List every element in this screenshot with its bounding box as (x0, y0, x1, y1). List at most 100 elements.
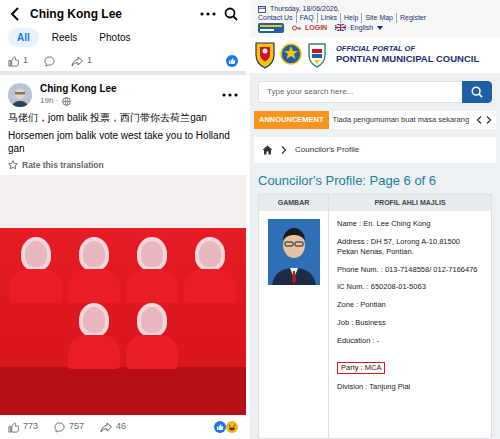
share-icon (100, 422, 112, 433)
facebook-pane: Ching Kong LeeAllReelsPhotos11Ching Kong… (0, 0, 246, 439)
portal-pane: Thursday, 18/06/2026,Contact UsFAQLinksH… (250, 0, 500, 439)
search-group (258, 81, 492, 103)
field-row: Name : En. Lee Ching Kong (337, 219, 483, 229)
profile-field: Phone Num. : 013-7148558/ 012-7166476 (337, 265, 483, 275)
photo-figure (123, 237, 181, 303)
federal-crest-icon (280, 41, 302, 69)
top-link[interactable]: FAQ (296, 13, 317, 22)
key-icon (292, 24, 301, 32)
login-link[interactable]: LOGIN (292, 23, 327, 32)
search-icon[interactable] (224, 7, 238, 21)
field-row: Division : Tanjung Piai (337, 382, 483, 392)
share-count: 46 (116, 420, 126, 434)
portal-header: OFFICIAL PORTAL OFPONTIAN MUNICIPAL COUN… (250, 37, 500, 73)
post-translation: Horsemen jom balik vote west take you to… (8, 129, 238, 156)
search-bar (250, 73, 500, 111)
top-links: Contact UsFAQLinksHelpSite MapRegister (258, 13, 492, 22)
top-link[interactable]: Register (396, 13, 429, 22)
post-photo[interactable] (0, 175, 246, 415)
breadcrumb: Councilor's Profile (254, 137, 496, 163)
field-row: Education : - (337, 336, 483, 346)
like-action[interactable]: 1 (8, 54, 28, 68)
previous-post-actions: 11 (0, 51, 246, 71)
share-action[interactable]: 46 (100, 420, 126, 434)
globe-icon (62, 97, 71, 106)
field-row: Zone : Pontian (337, 300, 483, 310)
photo-figure (181, 237, 239, 303)
current-date: Thursday, 18/06/2026, (270, 4, 340, 13)
filter-tab[interactable]: All (8, 28, 39, 47)
top-link[interactable]: Site Map (361, 13, 396, 22)
rate-translation[interactable]: Rate this translation (8, 160, 238, 171)
table-header: GAMBAR PROFIL AHLI MAJLIS (259, 195, 491, 211)
field-row: Party : MCA (337, 353, 483, 382)
figure-head (79, 237, 109, 271)
share-action[interactable]: 1 (71, 54, 92, 68)
more-icon[interactable] (222, 90, 238, 100)
language-select[interactable]: English (335, 23, 383, 32)
back-icon[interactable] (8, 7, 22, 21)
share-icon (71, 56, 83, 67)
filter-tab[interactable]: Reels (43, 28, 87, 47)
reaction-summary (214, 421, 238, 433)
post-time: 19h · (40, 95, 58, 107)
post-header: Ching Kong Lee19h · (0, 75, 246, 111)
comment-action[interactable]: 757 (54, 420, 84, 434)
search-input[interactable] (258, 81, 463, 103)
figure-body (68, 269, 120, 303)
next-arrow-icon[interactable] (486, 116, 492, 124)
like-icon (8, 422, 19, 433)
post-text: 马佬们，jom balik 投票，西门带你去荷兰ganHorsemen jom … (0, 111, 246, 175)
author-name[interactable]: Ching Kong Lee (40, 83, 117, 95)
more-icon[interactable] (200, 7, 216, 21)
filter-bar: AllReelsPhotos (0, 28, 246, 51)
announcement-arrows (476, 116, 496, 124)
top-link[interactable]: Help (340, 13, 361, 22)
profile-field: Zone : Pontian (337, 300, 483, 310)
comment-icon[interactable] (44, 56, 55, 67)
top-link[interactable]: Contact Us (258, 13, 296, 22)
comment-count: 757 (69, 420, 84, 434)
announcement-bar: ANNOUNCEMENTTiada pengumuman buat masa s… (254, 111, 496, 129)
login-label: LOGIN (305, 23, 327, 32)
post-meta: 19h · (40, 95, 117, 107)
figure-head (79, 303, 109, 337)
photo-figure (65, 237, 123, 303)
search-icon (471, 86, 483, 98)
figure-head (195, 237, 225, 271)
photo-figure (7, 237, 65, 303)
column-header: GAMBAR (259, 195, 329, 211)
figure-body (184, 269, 236, 303)
profile-table: GAMBAR PROFIL AHLI MAJLIS Name : En. Lee C… (258, 194, 492, 439)
rate-link: Rate this translation (22, 160, 104, 171)
profile-field: Division : Tanjung Piai (337, 382, 483, 392)
field-row: Phone Num. : 013-7148558/ 012-7166476 (337, 265, 483, 275)
post-divider (0, 71, 246, 75)
previous-arrow-icon[interactable] (476, 116, 482, 124)
top-link[interactable]: Links (317, 13, 340, 22)
like-reaction-icon (214, 421, 226, 433)
council-crest-icon (306, 41, 328, 69)
reaction-count: 773 (23, 420, 38, 434)
column-header: PROFIL AHLI MAJLIS (329, 195, 491, 211)
chevron-icon (281, 146, 287, 154)
announcement-text: Tiada pengumuman buat masa sekarang (329, 114, 476, 125)
like-action[interactable]: 773 (8, 420, 38, 434)
photo-cell (259, 211, 329, 438)
filter-tab[interactable]: Photos (90, 28, 139, 47)
home-icon[interactable] (262, 145, 273, 155)
utility-bar: Thursday, 18/06/2026,Contact UsFAQLinksH… (250, 0, 500, 37)
photo-figure (123, 303, 181, 369)
search-button[interactable] (462, 81, 492, 103)
figure-head (21, 237, 51, 271)
calendar-icon (258, 5, 266, 13)
column-label: GAMBAR (278, 198, 310, 209)
haha-reaction-icon (226, 421, 238, 433)
council-logo-icon (258, 23, 284, 33)
photo-figure (65, 303, 123, 369)
details-cell: Name : En. Lee Ching KongAddress : DH 57… (329, 211, 491, 438)
figure-body (68, 335, 120, 369)
date-line: Thursday, 18/06/2026, (258, 4, 492, 13)
column-label: PROFIL AHLI MAJLIS (374, 198, 445, 209)
author-avatar[interactable] (8, 83, 32, 107)
